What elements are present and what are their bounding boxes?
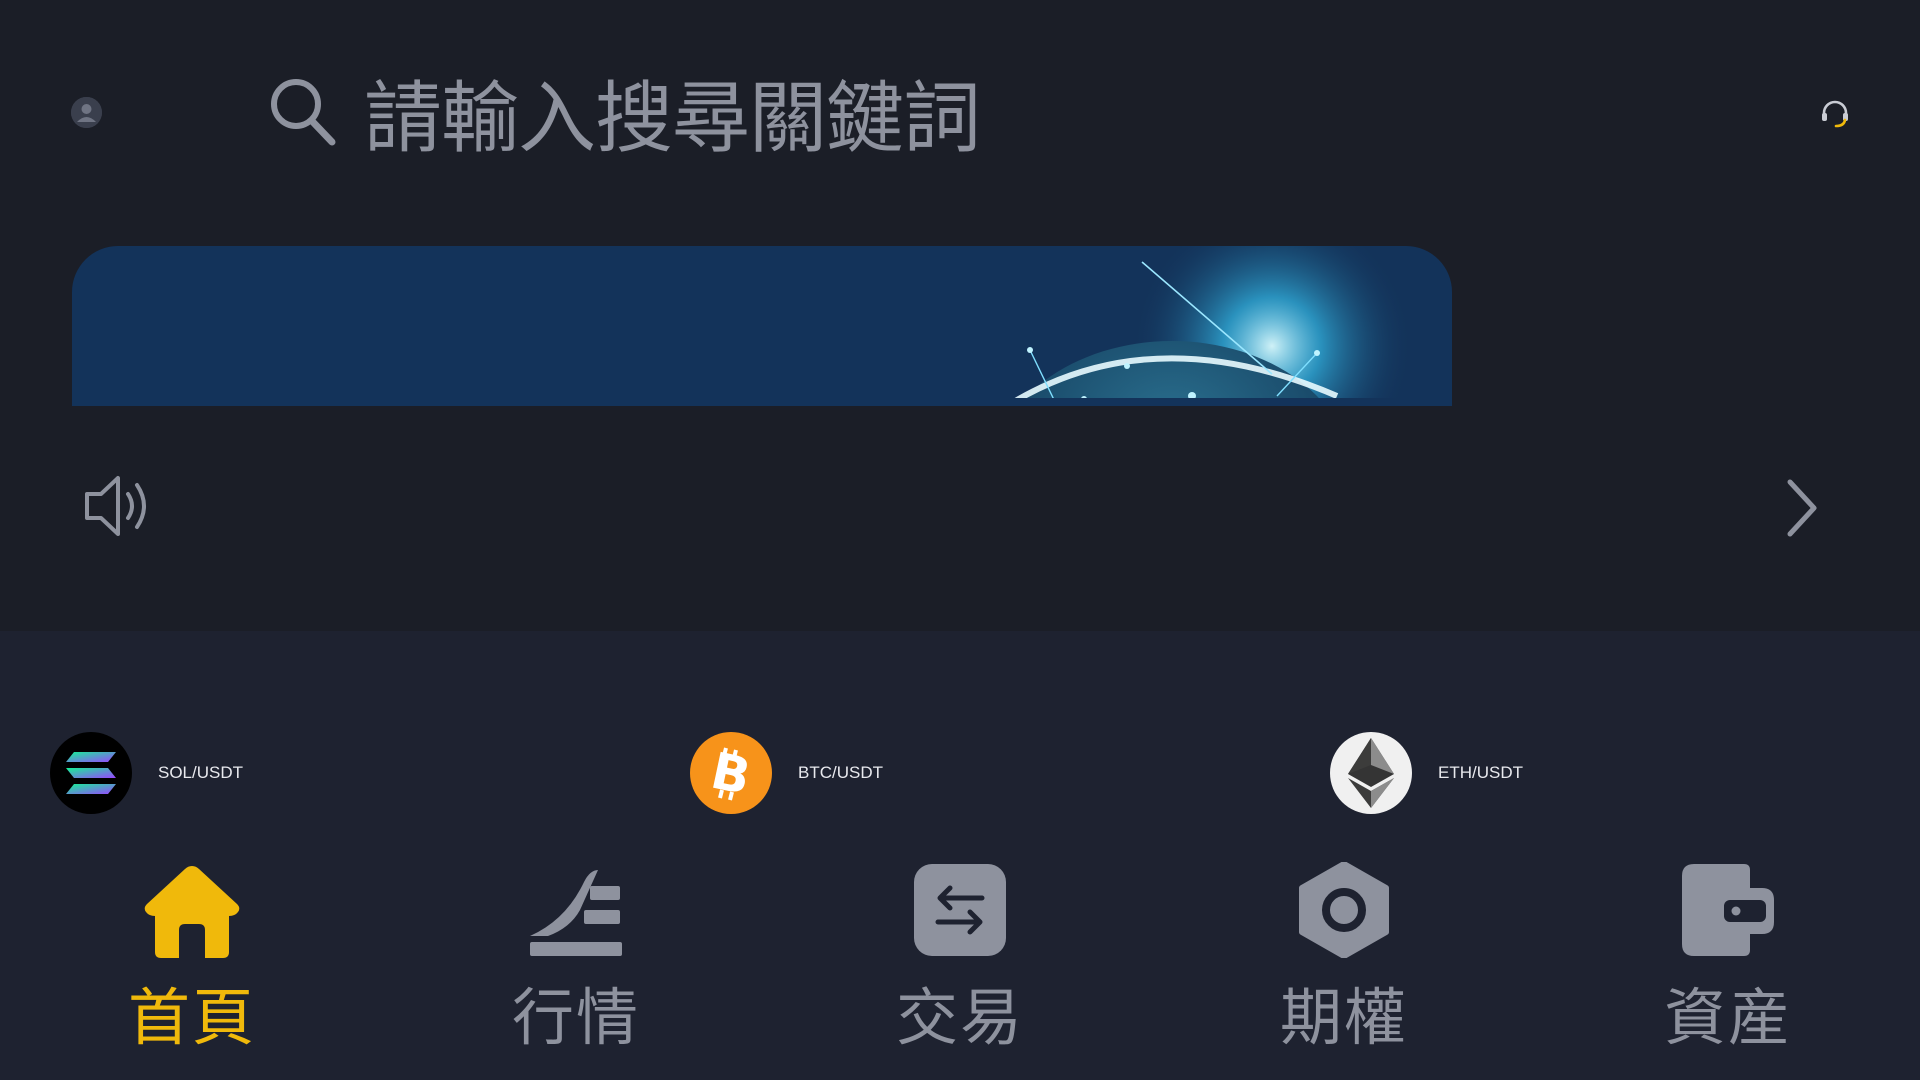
sol-logo-icon [50, 732, 132, 814]
tab-home[interactable]: 首頁 [92, 855, 292, 1057]
chevron-right-icon[interactable] [1784, 478, 1820, 538]
market-icon [530, 870, 622, 956]
notice-bar[interactable] [0, 406, 1920, 606]
wallet-icon [1682, 864, 1774, 956]
trade-swap-icon [914, 864, 1006, 956]
bottom-tab-bar: 首頁 行情 交易 期權 資産 [0, 855, 1920, 1080]
home-icon [144, 866, 240, 958]
coin-sol[interactable]: SOL/USDT [50, 732, 243, 814]
coin-pair-label: SOL/USDT [158, 763, 244, 782]
coin-eth[interactable]: ETH/USDT [1330, 732, 1523, 814]
speaker-icon [85, 476, 146, 536]
coin-shortcuts: SOL/USDT B BTC/USDT ETH/USDT [0, 728, 1920, 818]
support-button[interactable] [1818, 97, 1852, 131]
tab-label: 交易 [895, 981, 1024, 1054]
tab-assets[interactable]: 資産 [1628, 855, 1828, 1057]
coin-btc[interactable]: B BTC/USDT [690, 732, 883, 814]
tab-options[interactable]: 期權 [1244, 855, 1444, 1057]
tab-label: 期權 [1279, 981, 1408, 1054]
coin-pair-label: ETH/USDT [1438, 763, 1523, 782]
coin-pair-label: BTC/USDT [798, 763, 883, 782]
options-hexagon-icon [1299, 862, 1389, 958]
promo-banner[interactable] [72, 246, 1452, 406]
search-bar[interactable]: 請輸入搜尋關鍵詞 [268, 64, 1068, 164]
user-avatar-icon [71, 97, 102, 128]
tab-trade[interactable]: 交易 [860, 855, 1060, 1057]
btc-logo-icon: B [690, 732, 772, 814]
tab-label: 資産 [1663, 981, 1792, 1054]
avatar[interactable] [71, 97, 102, 128]
headset-support-icon [1822, 100, 1848, 128]
banner-globe-graphic [1005, 246, 1412, 406]
tab-label: 行情 [511, 981, 640, 1054]
tab-label: 首頁 [127, 981, 256, 1054]
search-icon [271, 79, 336, 146]
tab-market[interactable]: 行情 [476, 855, 676, 1057]
eth-logo-icon [1330, 732, 1412, 814]
top-area: 請輸入搜尋關鍵詞 [0, 0, 1920, 631]
search-input[interactable]: 請輸入搜尋關鍵詞 [364, 56, 981, 168]
